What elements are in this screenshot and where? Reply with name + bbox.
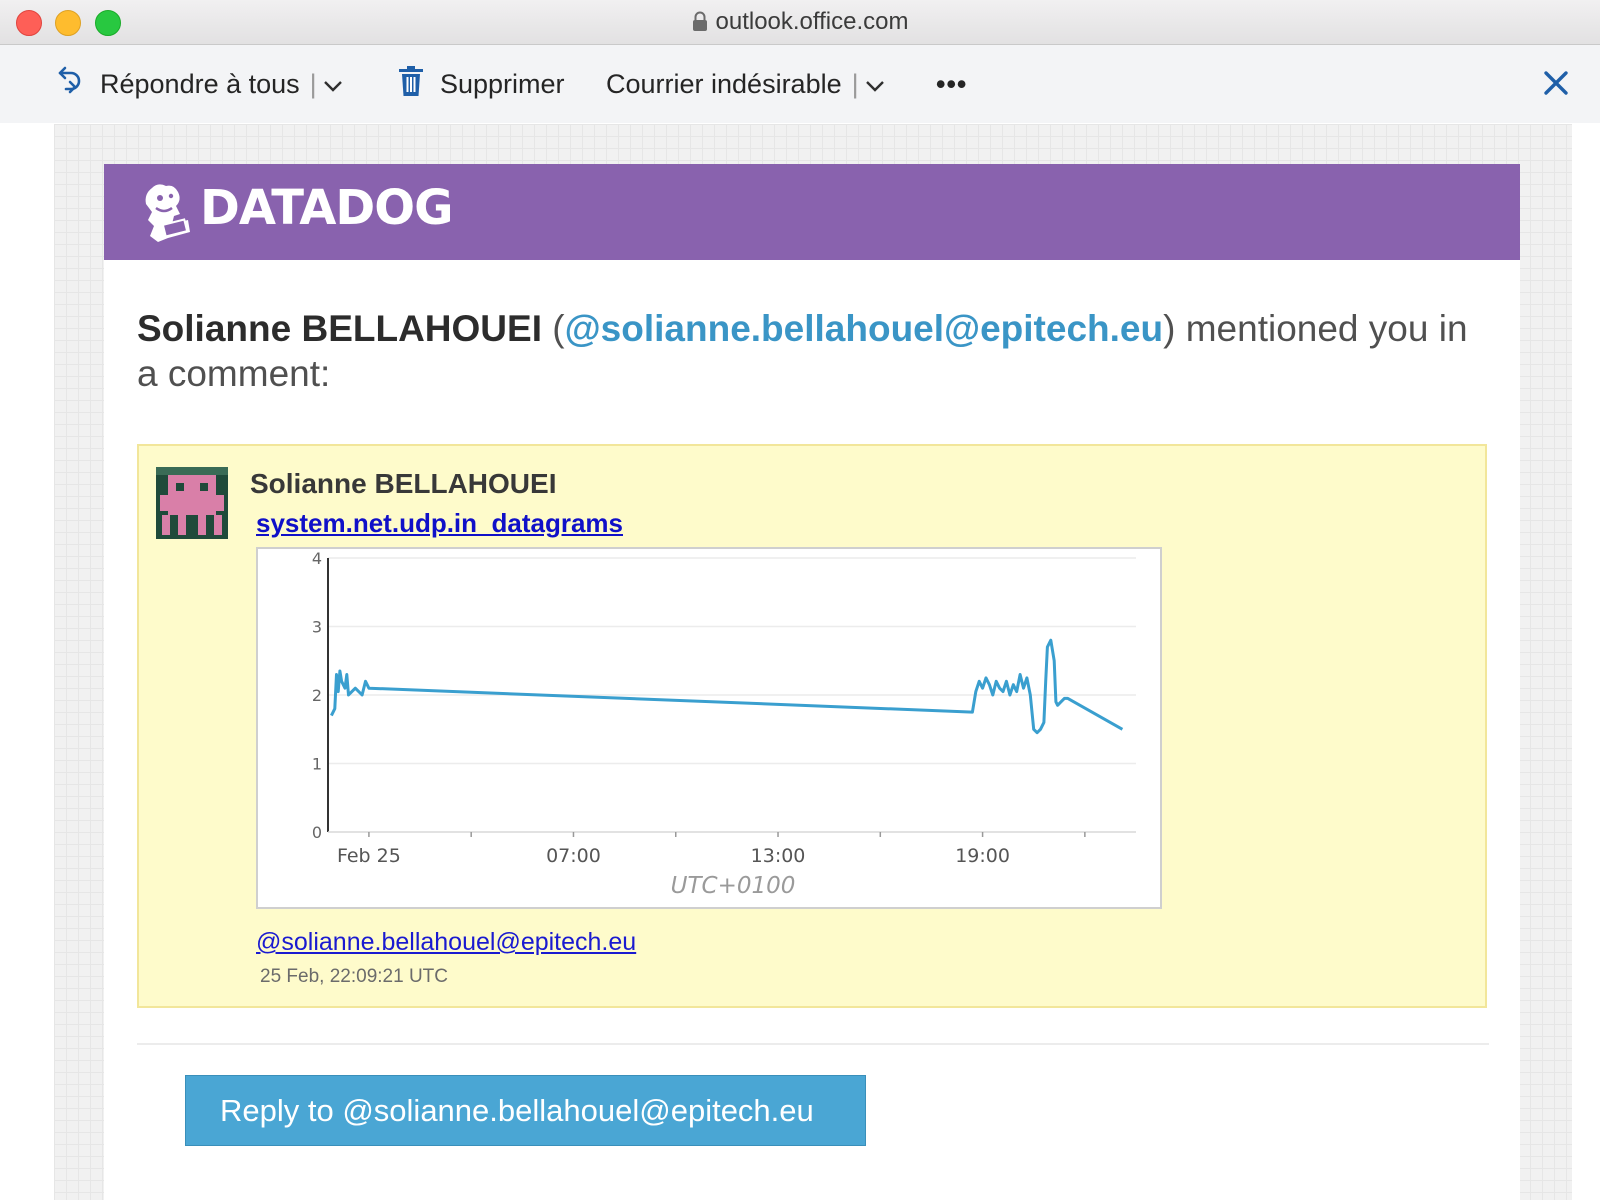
datadog-header: DATADOG: [104, 164, 1520, 260]
junk-button[interactable]: Courrier indésirable |: [606, 67, 885, 101]
lock-icon: [692, 10, 708, 38]
y-tick-label: 0: [312, 823, 322, 842]
x-axis-label: UTC+0100: [671, 873, 796, 899]
mentioner-handle-link[interactable]: @solianne.bellahouel@epitech.eu: [565, 308, 1164, 349]
window-title-bar: outlook.office.com: [0, 0, 1600, 45]
y-tick-label: 1: [312, 755, 322, 774]
more-actions-button[interactable]: •••: [936, 67, 967, 101]
comment-author: Solianne BELLAHOUEI: [250, 468, 557, 499]
mail-toolbar: Répondre à tous | Supprimer Courrier ind…: [0, 45, 1600, 123]
datadog-logo-icon: [138, 180, 198, 244]
more-actions-label: •••: [936, 68, 968, 99]
delete-label: Supprimer: [440, 68, 565, 99]
divider: [137, 1043, 1489, 1045]
chevron-down-icon[interactable]: [323, 69, 343, 100]
x-tick-label: Feb 25: [337, 845, 401, 867]
avatar: [156, 467, 228, 539]
address-display: outlook.office.com: [0, 8, 1600, 38]
y-tick-label: 3: [312, 618, 322, 637]
metric-link[interactable]: system.net.udp.in_datagrams: [256, 508, 623, 539]
comment-handle-link[interactable]: @solianne.bellahouel@epitech.eu: [256, 928, 636, 957]
delete-button[interactable]: Supprimer: [398, 65, 565, 104]
url-text: outlook.office.com: [715, 8, 909, 35]
comment-box: Solianne BELLAHOUEI system.net.udp.in_da…: [137, 444, 1487, 1008]
chevron-down-icon[interactable]: [865, 69, 885, 100]
mention-headline: Solianne BELLAHOUEI (@solianne.bellahoue…: [137, 308, 1468, 394]
x-tick-label: 13:00: [751, 845, 806, 867]
junk-label: Courrier indésirable: [606, 68, 842, 99]
toolbar-separator: |: [851, 68, 859, 99]
reply-all-label: Répondre à tous: [100, 68, 300, 99]
reply-all-button[interactable]: Répondre à tous |: [56, 66, 343, 101]
datadog-brand: DATADOG: [200, 180, 453, 236]
comment-timestamp: 25 Feb, 22:09:21 UTC: [260, 966, 448, 987]
series-line: [330, 638, 1124, 735]
reply-button[interactable]: Reply to @solianne.bellahouel@epitech.eu: [185, 1075, 866, 1146]
y-tick-label: 4: [312, 549, 322, 568]
reply-all-icon: [56, 64, 84, 105]
trash-icon: [398, 65, 424, 104]
mentioner-name: Solianne BELLAHOUEI: [137, 308, 542, 349]
x-tick-label: 19:00: [955, 845, 1010, 867]
metric-chart: 0 1 2 3 4 Feb 25 07:00 13:00 19:00 UTC+0100: [312, 549, 1136, 899]
metric-graph[interactable]: 0 1 2 3 4 Feb 25 07:00 13:00 19:00 UTC+0100: [256, 547, 1162, 909]
close-icon[interactable]: [1540, 67, 1572, 99]
x-tick-label: 07:00: [546, 845, 601, 867]
toolbar-separator: |: [309, 68, 317, 99]
y-tick-label: 2: [312, 686, 322, 705]
